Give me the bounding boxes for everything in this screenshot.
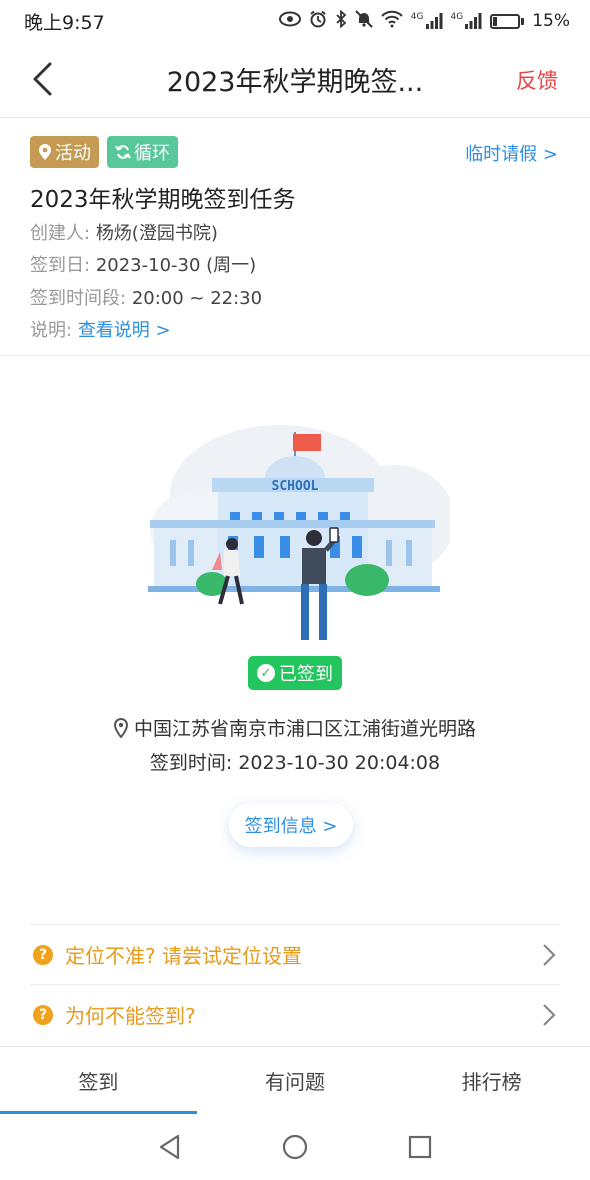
sign-time: 签到时间: 2023-10-30 20:04:08	[149, 752, 441, 774]
question-icon: ?	[33, 1004, 53, 1025]
location-row: 中国江苏省南京市浦口区江浦街道光明路	[0, 714, 590, 741]
creator-value: 杨炀(澄园书院)	[95, 223, 218, 244]
school-illustration: SCHOOL	[148, 425, 450, 640]
period-row: 签到时间段: 20:00 ~ 22:30	[30, 288, 263, 309]
creator-row: 创建人: 杨炀(澄园书院)	[30, 223, 218, 244]
why-cannot-sign-row[interactable]: ? 为何不能签到?	[30, 984, 560, 1044]
task-title: 2023年秋学期晚签到任务	[30, 187, 296, 213]
signal-icon-1: 4G	[411, 13, 443, 29]
date-row: 签到日: 2023-10-30 (周一)	[30, 255, 257, 276]
app-header: 2023年秋学期晚签... 反馈	[0, 42, 590, 118]
status-icons: 4G 4G 15%	[278, 9, 570, 32]
period-value: 20:00 ~ 22:30	[131, 288, 263, 309]
nav-home-icon[interactable]	[282, 1134, 308, 1160]
question-icon: ?	[33, 944, 53, 965]
location-text: 中国江苏省南京市浦口区江浦街道光明路	[133, 718, 476, 740]
bluetooth-icon	[335, 9, 347, 32]
location-pin-icon	[39, 144, 51, 160]
battery-icon	[490, 13, 525, 29]
description-row: 说明: 查看说明 >	[30, 320, 171, 341]
cycle-tag: 循环	[107, 136, 178, 168]
temporary-leave-link[interactable]: 临时请假 >	[465, 140, 558, 166]
mute-icon	[355, 10, 373, 32]
date-value: 2023-10-30 (周一)	[95, 255, 257, 276]
tab-leaderboard[interactable]: 排行榜	[393, 1047, 590, 1114]
view-description-link[interactable]: 查看说明 >	[78, 320, 171, 341]
tag-group: 活动 循环	[30, 136, 178, 168]
school-sign-text: SCHOOL	[272, 479, 319, 494]
refresh-icon	[115, 145, 131, 159]
chevron-right-icon	[543, 944, 556, 966]
alarm-icon	[309, 10, 327, 32]
signed-badge: ✓ 已签到	[248, 656, 342, 690]
activity-tag: 活动	[30, 136, 99, 168]
location-pin-icon	[113, 717, 128, 738]
feedback-button[interactable]: 反馈	[516, 65, 558, 95]
wifi-icon	[381, 10, 403, 32]
nav-back-icon[interactable]	[158, 1134, 182, 1160]
page-title: 2023年秋学期晚签...	[166, 67, 424, 98]
task-info: 活动 循环 临时请假 > 2023年秋学期晚签到任务 创建人: 杨炀(澄园书院)…	[0, 118, 590, 356]
back-button[interactable]	[22, 56, 62, 102]
status-bar: 晚上9:57 4G 4G 15%	[0, 0, 590, 42]
system-navigation-bar	[0, 1114, 590, 1180]
eye-icon	[278, 11, 301, 31]
battery-percent: 15%	[532, 11, 570, 31]
sign-info-button[interactable]: 签到信息 >	[229, 803, 353, 847]
tab-sign-in[interactable]: 签到	[0, 1047, 197, 1114]
nav-recents-icon[interactable]	[408, 1135, 432, 1159]
page: 晚上9:57 4G 4G 15% 2023年秋学期晚签... 反馈 活动 循环 …	[0, 0, 590, 1180]
chevron-left-icon	[33, 62, 52, 96]
signal-icon-2: 4G	[451, 13, 483, 29]
check-icon: ✓	[257, 664, 275, 682]
bottom-tab-bar: 签到 有问题 排行榜	[0, 1046, 590, 1114]
chevron-right-icon	[543, 1004, 556, 1026]
location-help-row[interactable]: ? 定位不准? 请尝试定位设置	[30, 924, 560, 984]
tab-problems[interactable]: 有问题	[197, 1047, 394, 1114]
status-time: 晚上9:57	[24, 11, 105, 34]
